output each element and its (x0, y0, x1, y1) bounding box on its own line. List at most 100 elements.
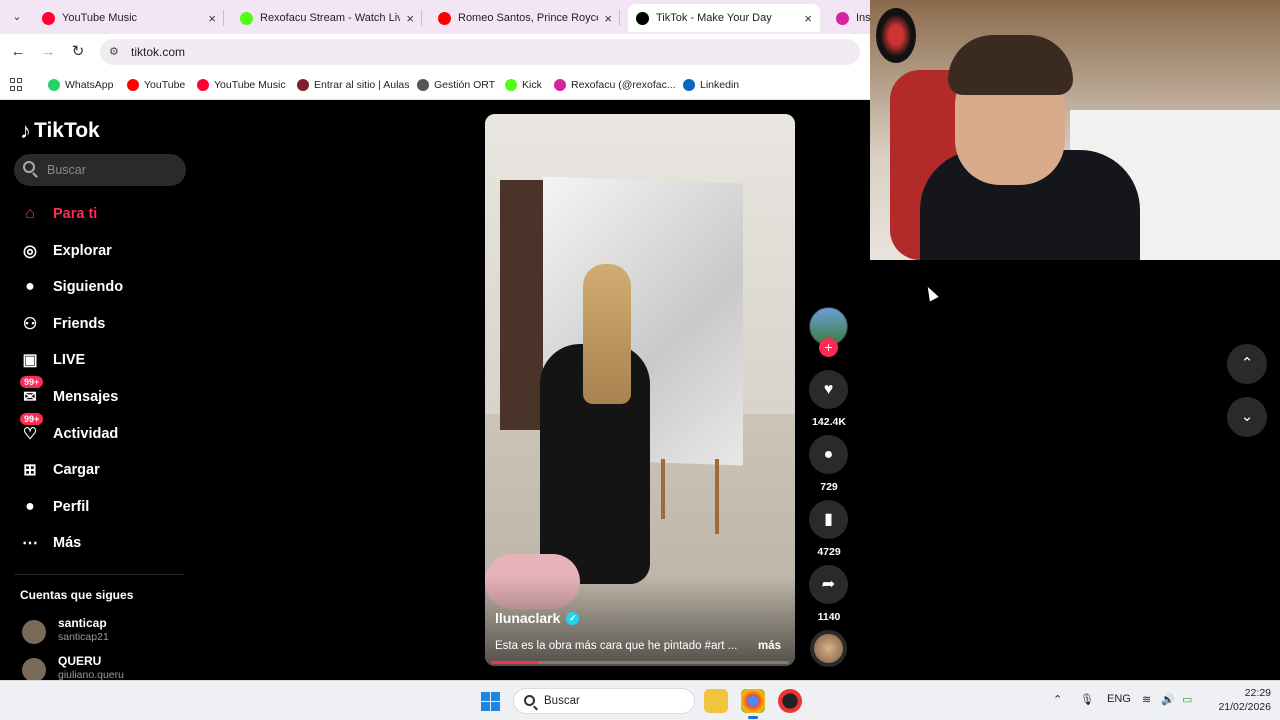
more-icon: ⋯ (22, 535, 38, 553)
tab-favicon-icon (836, 11, 849, 25)
tab-favicon-icon (636, 11, 649, 25)
chrome-icon[interactable] (741, 689, 765, 719)
site-info-icon[interactable]: ⚙ (109, 45, 119, 58)
sidebar-item-actividad[interactable]: ♡ 99+ Actividad (18, 412, 198, 449)
share-button[interactable]: ➦ (809, 565, 848, 604)
bookmark-item[interactable]: YouTube Music (197, 77, 286, 93)
sidebar-item-perfil[interactable]: ● Perfil (18, 492, 198, 522)
video-player[interactable]: llunaclark ✓ Esta es la obra más cara qu… (485, 114, 795, 666)
like-button[interactable]: ♥ (809, 370, 848, 409)
sidebar-item-siguiendo[interactable]: ● Siguiendo (18, 272, 198, 302)
obs-icon[interactable] (778, 689, 802, 713)
following-title: Cuentas que sigues (20, 588, 134, 602)
sidebar-item-live[interactable]: ▣ LIVE (18, 345, 198, 375)
bookmark-item[interactable]: YouTube (127, 77, 185, 93)
sidebar-item-parati[interactable]: ⌂ Para ti (18, 199, 198, 229)
tab-separator (223, 10, 224, 26)
comment-icon: ● (823, 446, 834, 463)
followed-account[interactable]: QUERU giuliano.queru (22, 654, 202, 680)
tab-strip: ⌄ YouTube Music × Rexofacu Stream - Watch … (0, 0, 870, 34)
tab-title: TikTok - Make Your Day (656, 12, 772, 24)
forward-icon[interactable]: → (38, 42, 58, 62)
messages-icon: ✉ 99+ (18, 376, 44, 409)
apps-grid-icon[interactable] (10, 78, 23, 91)
sidebar-item-ms[interactable]: ⋯ Más (18, 528, 198, 558)
video-author[interactable]: llunaclark ✓ (495, 610, 580, 626)
bookmark-favicon-icon (297, 79, 309, 91)
next-video-button[interactable]: ⌄ (1227, 397, 1267, 437)
search-input[interactable]: Buscar (14, 154, 186, 186)
caption-more-link[interactable]: más (758, 640, 781, 652)
language-indicator[interactable]: ENG (1107, 693, 1131, 705)
bookmark-favicon-icon (127, 79, 139, 91)
comment-count: 729 (820, 481, 838, 493)
sidebar-item-friends[interactable]: ⚇ Friends (18, 309, 198, 339)
previous-video-button[interactable]: ⌃ (1227, 344, 1267, 384)
system-clock[interactable]: 22:29 21/02/2026 (1207, 686, 1271, 714)
sidebar-item-label: Cargar (53, 462, 100, 479)
friends-icon: ⚇ (22, 315, 38, 333)
browser-tab[interactable]: Inst (828, 4, 870, 32)
browser-tab[interactable]: Rexofacu Stream - Watch Live o × (232, 4, 422, 32)
avatar (22, 620, 46, 644)
bookmark-item[interactable]: Entrar al sitio | Aulas (297, 77, 410, 93)
bookmark-icon: ▮ (824, 511, 833, 528)
bookmark-item[interactable]: Linkedin (683, 77, 739, 93)
live-icon: ▣ (22, 352, 38, 370)
bookmark-favicon-icon (505, 79, 517, 91)
tab-title: Rexofacu Stream - Watch Live o (260, 12, 401, 24)
notification-badge: 99+ (20, 376, 44, 388)
bookmark-item[interactable]: Kick (505, 77, 542, 93)
clock-date: 21/02/2026 (1218, 701, 1271, 713)
tab-favicon-icon (240, 11, 253, 25)
follow-plus-icon[interactable]: + (819, 338, 838, 357)
taskbar-search-input[interactable]: Buscar (513, 688, 695, 714)
battery-icon[interactable]: ▭ (1182, 693, 1192, 706)
search-placeholder: Buscar (47, 163, 86, 177)
followed-account[interactable]: santicap santicap21 (22, 616, 202, 646)
file-explorer-icon[interactable] (704, 689, 728, 713)
video-scene-easel-leg (661, 459, 665, 519)
close-tab-icon[interactable]: × (406, 11, 414, 26)
clock-time: 22:29 (1244, 687, 1271, 699)
sidebar-item-cargar[interactable]: ⊞ Cargar (18, 455, 198, 485)
windows-start-icon[interactable] (481, 692, 500, 711)
video-progress-bar[interactable] (491, 661, 789, 664)
webcam-scene-hair (948, 35, 1073, 95)
wifi-icon[interactable]: ≋ (1142, 693, 1151, 706)
following-avatar-icon: ● (25, 278, 35, 296)
close-tab-icon[interactable]: × (208, 11, 216, 26)
tiktok-note-icon: ♪ (20, 118, 31, 143)
back-icon[interactable]: ← (8, 42, 28, 62)
volume-icon[interactable]: 🔊 (1161, 693, 1175, 706)
author-name: llunaclark (495, 610, 561, 626)
music-disc-icon[interactable] (810, 630, 847, 667)
save-button[interactable]: ▮ (809, 500, 848, 539)
chevron-down-icon: ⌄ (1240, 408, 1254, 425)
video-caption: Esta es la obra más cara que he pintado … (495, 640, 738, 652)
tab-favicon-icon (438, 11, 451, 25)
search-icon (23, 161, 35, 173)
sidebar-item-label: Siguiendo (53, 279, 124, 296)
bookmark-item[interactable]: WhatsApp (48, 77, 113, 93)
sidebar-item-mensajes[interactable]: ✉ 99+ Mensajes (18, 376, 198, 412)
video-scene-hair (583, 264, 631, 404)
microphone-icon[interactable]: 🎙 (1080, 693, 1094, 706)
address-bar[interactable]: ⚙ tiktok.com (100, 39, 860, 65)
sidebar-item-explorar[interactable]: ◎ Explorar (18, 236, 198, 266)
tiktok-logo[interactable]: ♪ TikTok (20, 118, 100, 144)
reload-icon[interactable]: ↻ (68, 42, 88, 62)
sidebar-divider (14, 574, 184, 575)
tab-search-icon[interactable]: ⌄ (8, 8, 26, 26)
heart-icon: ♥ (823, 381, 834, 398)
bookmark-item[interactable]: Rexofacu (@rexofac... (554, 77, 676, 93)
bookmark-item[interactable]: Gestión ORT (417, 77, 495, 93)
close-tab-icon[interactable]: × (604, 11, 612, 26)
browser-tab[interactable]: Romeo Santos, Prince Royce - L × (430, 4, 620, 32)
like-count: 142.4K (812, 416, 846, 428)
comment-button[interactable]: ● (809, 435, 848, 474)
browser-tab[interactable]: TikTok - Make Your Day × (628, 4, 820, 32)
close-tab-icon[interactable]: × (804, 11, 812, 26)
browser-tab[interactable]: YouTube Music × (34, 4, 224, 32)
tray-overflow-icon[interactable]: ⌃ (1053, 693, 1062, 706)
